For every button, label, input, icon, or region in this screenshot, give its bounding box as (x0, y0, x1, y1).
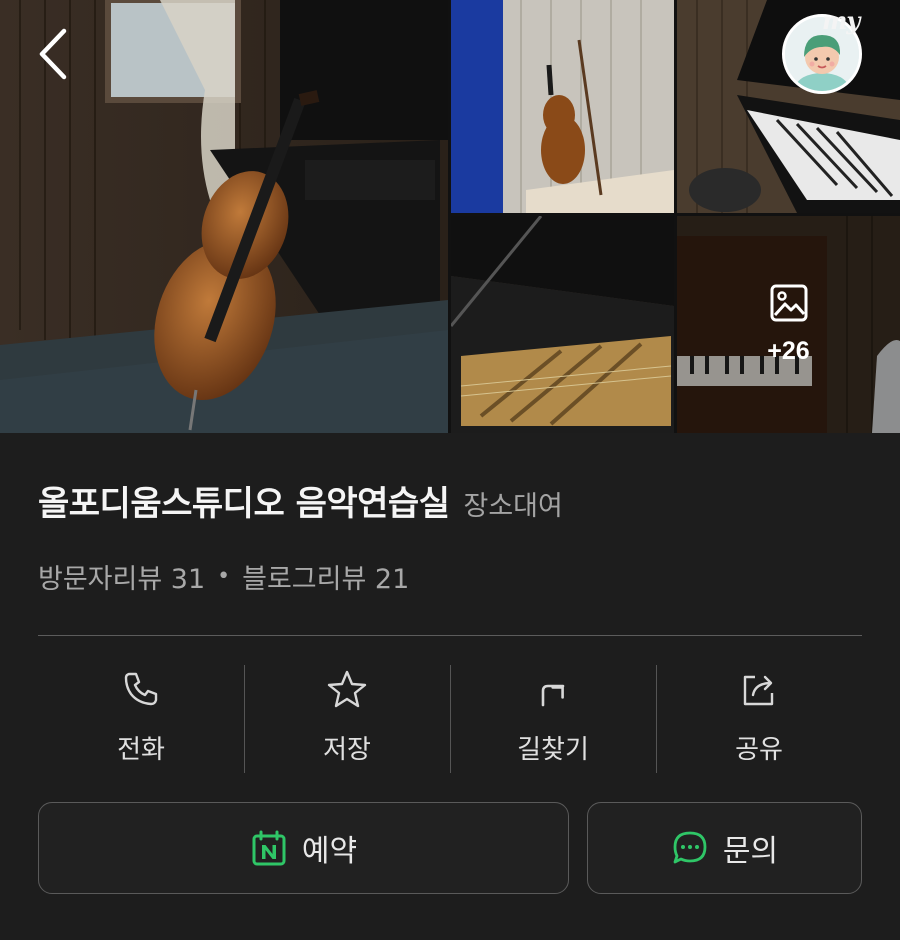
back-button[interactable] (30, 26, 76, 82)
reserve-label: 예약 (301, 834, 358, 869)
reserve-button[interactable]: 예약 (38, 802, 569, 894)
review-separator: • (217, 564, 231, 589)
inquiry-label: 문의 (722, 834, 779, 869)
avatar-my-tag: my (822, 6, 860, 35)
more-photos-count: +26 (767, 337, 810, 365)
call-label: 전화 (117, 735, 165, 765)
share-action[interactable]: 공유 (656, 665, 862, 773)
image-icon (770, 284, 807, 322)
directions-action[interactable]: 길찾기 (450, 665, 656, 773)
blog-reviews-link[interactable]: 블로그리뷰 21 (242, 557, 409, 596)
share-icon (743, 675, 774, 706)
action-bar: 전화 저장 길찾기 공유 (38, 665, 862, 773)
place-category: 장소대여 (463, 491, 563, 522)
directions-label: 길찾기 (517, 735, 589, 765)
place-title-row: 올포디움스튜디오 음악연습실 장소대여 (38, 476, 563, 525)
review-summary: 방문자리뷰 31 • 블로그리뷰 21 (38, 557, 409, 596)
naver-calendar-icon (252, 830, 286, 866)
place-name: 올포디움스튜디오 음악연습실 (38, 484, 450, 524)
chat-bubble-icon (673, 831, 707, 864)
save-label: 저장 (323, 735, 371, 765)
directions-icon (541, 684, 565, 707)
chevron-left-icon (39, 28, 67, 80)
inquiry-button[interactable]: 문의 (587, 802, 862, 894)
call-action[interactable]: 전화 (38, 665, 244, 773)
phone-icon (124, 672, 158, 706)
section-divider (38, 635, 862, 636)
save-action[interactable]: 저장 (244, 665, 450, 773)
more-photos-overlay[interactable]: +26 (677, 216, 900, 433)
share-label: 공유 (735, 735, 783, 765)
photo-gallery: +26 my (0, 0, 900, 433)
photo-piano-interior[interactable] (451, 216, 674, 433)
visitor-reviews-link[interactable]: 방문자리뷰 31 (38, 557, 205, 596)
photo-violin[interactable] (451, 0, 674, 213)
star-icon (327, 670, 367, 708)
